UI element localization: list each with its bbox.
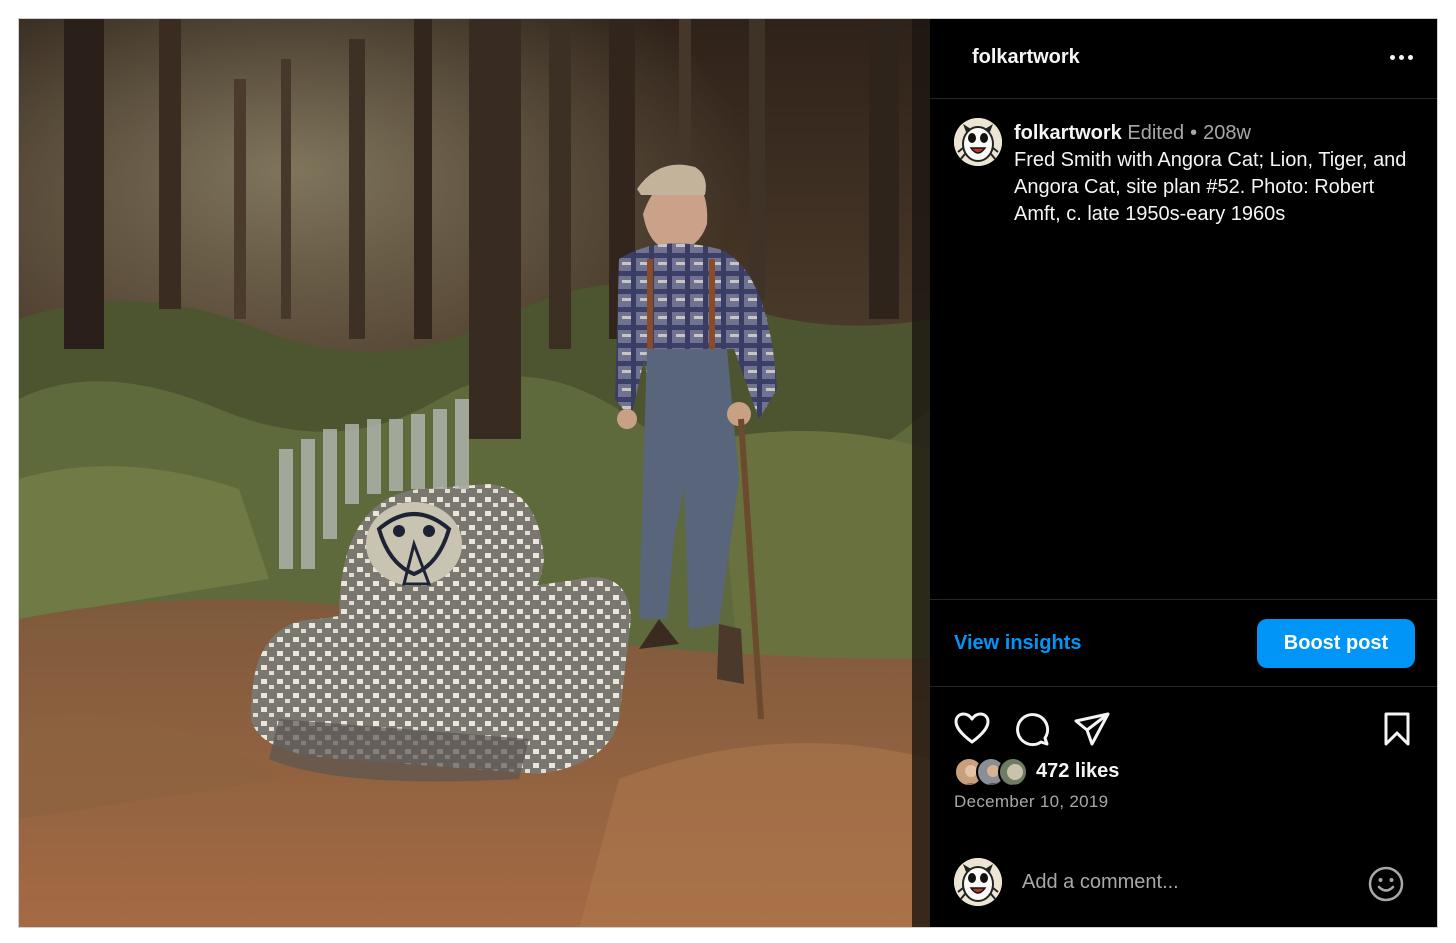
boost-post-button[interactable]: Boost post xyxy=(1257,619,1415,668)
likes-count[interactable]: 472 likes xyxy=(1036,760,1119,783)
add-comment-input[interactable] xyxy=(1022,867,1352,897)
liker-avatar xyxy=(998,757,1028,787)
avatar-image xyxy=(954,118,1002,166)
emoji-icon[interactable] xyxy=(1367,865,1405,903)
header-username[interactable]: folkartwork xyxy=(972,46,1080,69)
share-icon[interactable] xyxy=(1072,709,1112,749)
likes-row[interactable]: 472 likes xyxy=(954,755,1354,787)
post-photo[interactable] xyxy=(19,19,930,927)
bookmark-icon[interactable] xyxy=(1377,709,1417,749)
profile-avatar[interactable] xyxy=(954,118,1002,166)
post-header: folkartwork xyxy=(930,19,1437,99)
caption-username[interactable]: folkartwork xyxy=(1014,122,1122,144)
comment-row xyxy=(930,849,1437,927)
action-bar xyxy=(930,687,1437,757)
insights-bar: View insights Boost post xyxy=(930,599,1437,687)
post-age[interactable]: 208w xyxy=(1203,122,1251,144)
photo-image xyxy=(19,19,930,927)
caption-separator: • xyxy=(1190,122,1198,144)
view-insights-link[interactable]: View insights xyxy=(954,632,1081,655)
avatar-image xyxy=(954,858,1002,906)
current-user-avatar xyxy=(954,858,1002,906)
post-date: December 10, 2019 xyxy=(954,792,1109,811)
caption-area: folkartwork Edited • 208w Fred Smith with … xyxy=(930,99,1437,599)
more-options-icon[interactable] xyxy=(1385,45,1417,69)
comment-icon[interactable] xyxy=(1012,709,1052,749)
caption-text: Fred Smith with Angora Cat; Lion, Tiger,… xyxy=(1014,149,1407,225)
post-modal: folkartwork folkartwork Edited • 208w Fr… xyxy=(18,18,1438,928)
heart-icon[interactable] xyxy=(952,709,992,749)
caption: folkartwork Edited • 208w Fred Smith with … xyxy=(1014,120,1424,228)
edited-label: Edited xyxy=(1127,122,1185,144)
post-side-panel: folkartwork folkartwork Edited • 208w Fr… xyxy=(930,19,1437,927)
